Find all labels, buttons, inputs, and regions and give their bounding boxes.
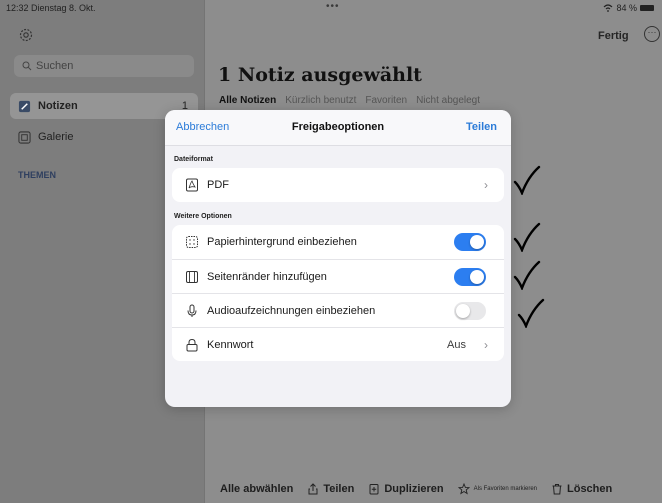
multitasking-dots[interactable]: ••• (326, 1, 340, 12)
duplicate-label: Duplizieren (384, 483, 444, 495)
handwritten-checkmark-icon (513, 260, 541, 290)
pdf-document-icon (186, 178, 198, 192)
file-format-group: PDF › (172, 168, 504, 202)
share-icon (308, 483, 318, 495)
favorite-label: Als Favoriten markieren (473, 486, 537, 492)
file-format-value: PDF (207, 179, 229, 191)
share-confirm-button[interactable]: Teilen (466, 121, 497, 133)
option-label: Papierhintergrund einbeziehen (207, 236, 357, 248)
option-row-paper-background: Papierhintergrund einbeziehen (172, 225, 504, 259)
search-placeholder: Suchen (36, 60, 74, 72)
chevron-right-icon: › (484, 338, 488, 352)
more-options-icon[interactable]: ··· (644, 26, 660, 42)
toggle-knob (456, 304, 470, 318)
handwritten-checkmark-icon (513, 165, 541, 195)
chevron-right-icon: › (484, 178, 488, 192)
bottom-toolbar: Alle abwählen Teilen Duplizieren Als Fav… (220, 483, 660, 495)
wifi-icon (604, 4, 613, 12)
sidebar-item-label: Galerie (38, 131, 74, 143)
note-edit-icon (18, 100, 31, 112)
tab-alle-notizen[interactable]: Alle Notizen (219, 95, 276, 106)
sidebar-section-title: THEMEN (18, 170, 56, 180)
page-title: 1 Notiz ausgewählt (218, 64, 422, 86)
option-row-audio: Audioaufzeichnungen einbeziehen (172, 293, 504, 327)
duplicate-icon (369, 484, 379, 495)
handwritten-checkmark-icon (517, 298, 545, 328)
section-label-file-format: Dateiformat (174, 156, 213, 163)
status-time-date: 12:32 Dienstag 8. Okt. (6, 3, 96, 13)
audio-recordings-toggle[interactable] (454, 302, 486, 320)
tab-nicht-abgelegt[interactable]: Nicht abgelegt (416, 95, 480, 106)
sidebar-item-label: Notizen (38, 100, 78, 112)
paper-background-icon (186, 236, 198, 248)
file-format-row[interactable]: PDF › (172, 168, 504, 202)
password-row[interactable]: Kennwort Aus › (172, 327, 504, 361)
more-options-group: Papierhintergrund einbeziehen Seitenränd… (172, 225, 504, 361)
gallery-icon (18, 130, 31, 144)
filter-tabs: Alle Notizen Kürzlich benutzt Favoriten … (219, 95, 480, 106)
option-row-margins: Seitenränder hinzufügen (172, 259, 504, 293)
handwritten-checkmark-icon (513, 222, 541, 252)
search-icon (22, 61, 32, 71)
page-margins-toggle[interactable] (454, 268, 486, 286)
page-margins-icon (186, 270, 198, 283)
password-label: Kennwort (207, 338, 254, 351)
paper-background-toggle[interactable] (454, 233, 486, 251)
tab-favoriten[interactable]: Favoriten (365, 95, 407, 106)
password-value: Aus (447, 339, 466, 351)
delete-label: Löschen (567, 483, 613, 495)
done-button[interactable]: Fertig (598, 30, 629, 42)
option-label: Seitenränder hinzufügen (207, 270, 327, 283)
share-options-sheet: Abbrechen Freigabeoptionen Teilen Dateif… (165, 110, 511, 407)
section-label-more-options: Weitere Optionen (174, 213, 232, 220)
favorite-button[interactable]: Als Favoriten markieren (457, 483, 537, 495)
settings-gear-icon[interactable] (18, 27, 34, 43)
sheet-header: Abbrechen Freigabeoptionen Teilen (165, 110, 511, 146)
option-label: Audioaufzeichnungen einbeziehen (207, 304, 376, 317)
battery-percent: 84 % (616, 3, 637, 13)
battery-icon (640, 5, 654, 11)
duplicate-button[interactable]: Duplizieren (368, 483, 444, 495)
trash-icon (552, 484, 562, 495)
deselect-all-button[interactable]: Alle abwählen (220, 483, 293, 495)
deselect-all-label: Alle abwählen (220, 483, 294, 495)
cancel-button[interactable]: Abbrechen (176, 121, 229, 133)
share-button[interactable]: Teilen (307, 483, 354, 495)
toggle-knob (470, 270, 484, 284)
delete-button[interactable]: Löschen (551, 483, 612, 495)
lock-icon (186, 338, 198, 351)
status-bar: 12:32 Dienstag 8. Okt. ••• 84 % (0, 0, 662, 18)
share-label: Teilen (323, 483, 355, 495)
toggle-knob (470, 235, 484, 249)
star-icon (457, 483, 470, 495)
search-input[interactable]: Suchen (14, 55, 194, 77)
tab-kuerzlich-benutzt[interactable]: Kürzlich benutzt (285, 95, 356, 106)
microphone-icon (187, 304, 197, 317)
status-right: 84 % (603, 3, 654, 13)
